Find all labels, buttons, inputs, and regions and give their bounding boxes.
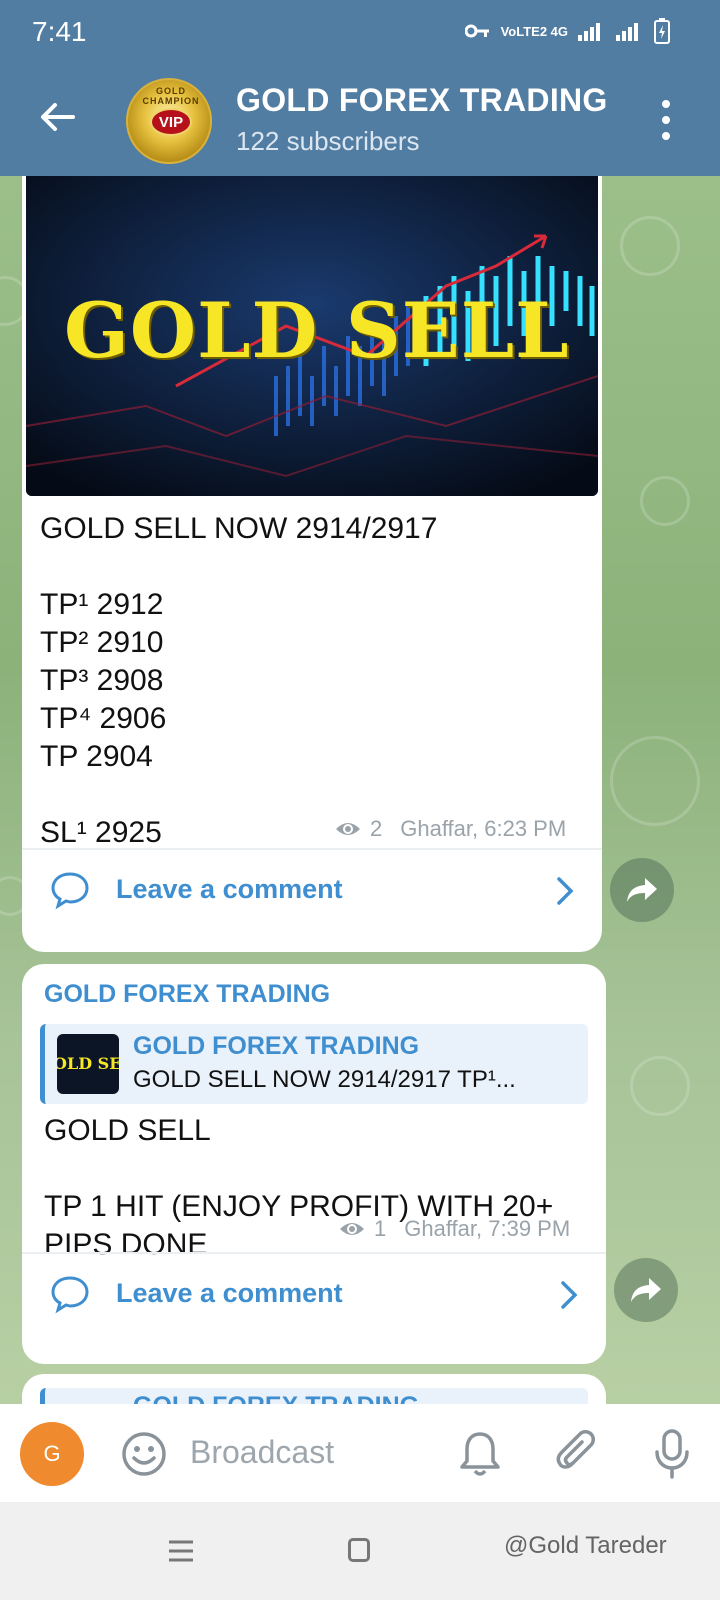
vpn-key-icon <box>464 24 489 38</box>
home-button[interactable] <box>348 1538 370 1562</box>
forward-arrow-icon <box>627 878 657 902</box>
doodle-decoration <box>620 216 680 276</box>
arrow-left-icon <box>41 103 75 131</box>
subscriber-count: 122 subscribers <box>236 126 420 156</box>
doodle-decoration <box>610 736 700 826</box>
doodle-decoration <box>630 1056 690 1116</box>
paperclip-icon[interactable] <box>554 1428 598 1478</box>
channel-avatar[interactable]: GOLD CHAMPION VIP <box>126 78 212 164</box>
comment-bubble-icon <box>51 872 89 910</box>
view-count: 1 <box>374 1216 387 1241</box>
post-meta: 1 Ghaffar, 7:39 PM <box>338 1216 570 1242</box>
leave-comment-label: Leave a comment <box>116 1278 343 1308</box>
post-meta: 2 Ghaffar, 6:23 PM <box>334 816 566 842</box>
leave-comment-label: Leave a comment <box>116 874 343 904</box>
post-author-time: Ghaffar, 7:39 PM <box>404 1216 571 1241</box>
reply-preview[interactable]: OLD SEL GOLD FOREX TRADING GOLD SELL NOW… <box>40 1024 588 1104</box>
status-time: 7:41 <box>32 16 87 47</box>
eye-icon <box>336 823 360 835</box>
back-button[interactable] <box>32 92 82 142</box>
view-count: 2 <box>370 816 383 841</box>
bell-icon[interactable] <box>458 1430 502 1478</box>
leave-comment-button[interactable]: Leave a comment <box>22 1254 606 1338</box>
post-image[interactable]: GOLD SELL <box>26 176 598 496</box>
signal-icon-2 <box>616 23 638 41</box>
forward-arrow-icon <box>631 1278 661 1302</box>
reply-thumbnail-text: OLD SEL <box>57 1054 119 1073</box>
post-author-time: Ghaffar, 6:23 PM <box>400 816 567 841</box>
more-options-button[interactable] <box>660 100 672 140</box>
reply-thumbnail: OLD SEL <box>57 1034 119 1094</box>
emoji-icon[interactable] <box>120 1430 168 1478</box>
network-label: VoLTE2 4G <box>500 23 568 39</box>
system-nav-bar: @Gold Tareder <box>0 1502 720 1600</box>
channel-post[interactable]: GOLD SELL GOLD SELL NOW 2914/2917 TP¹ 29… <box>22 176 602 952</box>
chevron-right-icon <box>557 877 574 905</box>
share-button[interactable] <box>610 858 674 922</box>
dot-icon <box>662 132 670 140</box>
reply-text: GOLD SELL NOW 2914/2917 TP¹... <box>133 1066 516 1093</box>
dot-icon <box>662 100 670 108</box>
share-button[interactable] <box>614 1258 678 1322</box>
vip-badge: VIP <box>150 108 192 136</box>
dot-icon <box>662 116 670 124</box>
send-as-avatar[interactable]: G <box>20 1422 84 1486</box>
channel-post[interactable]: GOLD FOREX TRADING OLD SEL GOLD FOREX TR… <box>22 964 606 1364</box>
broadcast-input-bar: G Broadcast <box>0 1404 720 1502</box>
microphone-icon[interactable] <box>652 1428 692 1480</box>
reply-title: GOLD FOREX TRADING <box>133 1032 420 1060</box>
status-icons: VoLTE2 4G <box>464 18 670 44</box>
doodle-decoration <box>640 476 690 526</box>
broadcast-input[interactable]: Broadcast <box>190 1434 334 1471</box>
avatar-logo-text: GOLD CHAMPION <box>142 86 200 106</box>
post-image-title: GOLD SELL <box>64 286 570 375</box>
comment-bubble-icon <box>51 1276 89 1314</box>
status-bar: 7:41 VoLTE2 4G <box>0 0 720 64</box>
signal-icon <box>578 23 600 41</box>
eye-icon <box>340 1223 364 1235</box>
battery-charging-icon <box>654 18 670 44</box>
channel-header: GOLD CHAMPION VIP GOLD FOREX TRADING 122… <box>0 64 720 176</box>
watermark-text: @Gold Tareder <box>504 1532 667 1559</box>
chevron-right-icon <box>561 1281 578 1309</box>
channel-title[interactable]: GOLD FOREX TRADING <box>236 82 608 119</box>
post-message-text: GOLD SELL NOW 2914/2917 TP¹ 2912 TP² 291… <box>40 512 438 849</box>
recent-apps-icon[interactable] <box>168 1540 194 1562</box>
post-sender[interactable]: GOLD FOREX TRADING <box>44 980 330 1009</box>
leave-comment-button[interactable]: Leave a comment <box>22 850 602 934</box>
